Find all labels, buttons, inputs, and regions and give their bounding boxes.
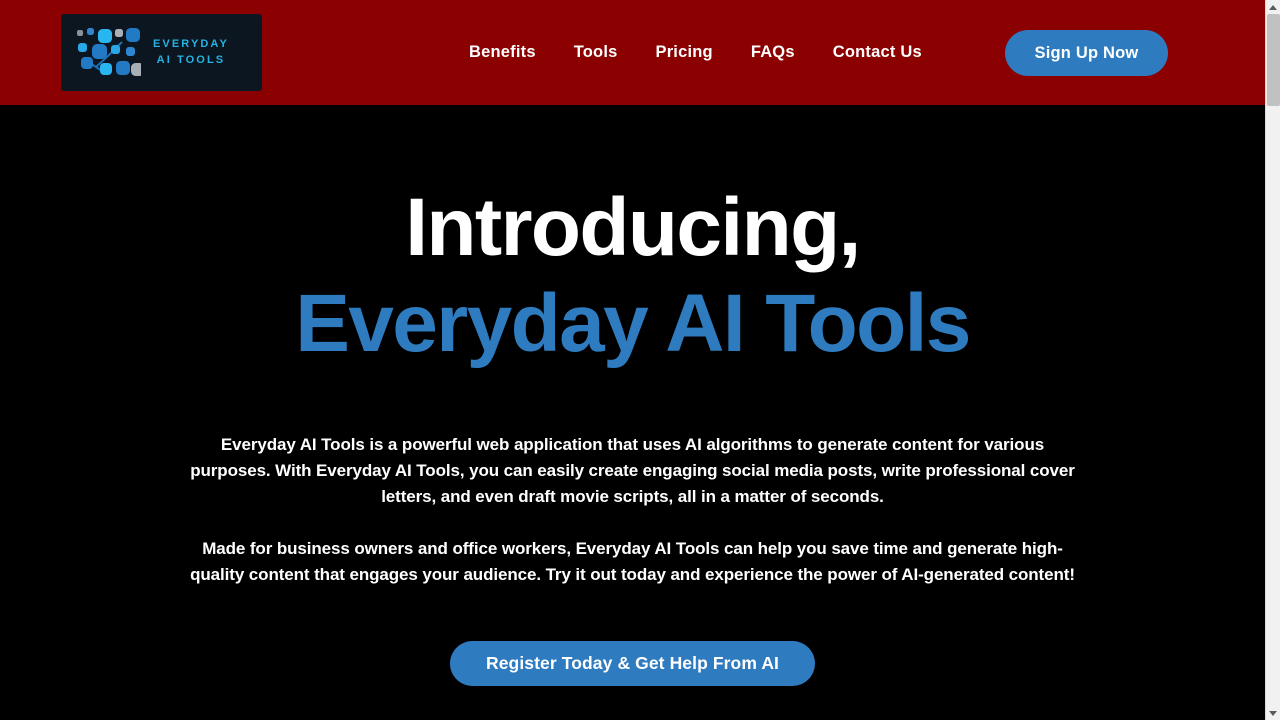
main-navigation: Benefits Tools Pricing FAQs Contact Us [469, 0, 922, 105]
hero-title-line-2: Everyday AI Tools [295, 278, 971, 370]
scrollbar-thumb[interactable] [1267, 14, 1280, 106]
hero-description: Everyday AI Tools is a powerful web appl… [184, 369, 1082, 587]
ai-network-nodes-icon [77, 27, 141, 76]
hero-title-line-1: Introducing, [405, 182, 861, 273]
logo-line-2: AI TOOLS [156, 53, 226, 66]
nav-link-faqs[interactable]: FAQs [751, 43, 795, 62]
logo-line-1: EVERYDAY [153, 37, 229, 50]
sign-up-button[interactable]: Sign Up Now [1005, 30, 1168, 76]
vertical-scrollbar[interactable] [1265, 0, 1280, 720]
page-content: EVERYDAY AI TOOLS Benefits Tools Pricing… [0, 0, 1265, 720]
hero-section: Introducing, Everyday AI Tools Everyday … [0, 105, 1265, 687]
nav-link-benefits[interactable]: Benefits [469, 43, 536, 62]
scroll-down-arrow-icon[interactable] [1266, 706, 1280, 720]
nav-link-tools[interactable]: Tools [574, 43, 618, 62]
nav-link-contact-us[interactable]: Contact Us [833, 43, 922, 62]
scroll-up-arrow-icon[interactable] [1266, 0, 1280, 14]
hero-paragraph-2: Made for business owners and office work… [190, 539, 1075, 584]
cta-container: Register Today & Get Help From AI [0, 641, 1265, 687]
site-header: EVERYDAY AI TOOLS Benefits Tools Pricing… [0, 0, 1265, 105]
hero-paragraph-1: Everyday AI Tools is a powerful web appl… [190, 435, 1075, 506]
nav-link-pricing[interactable]: Pricing [655, 43, 712, 62]
browser-viewport: EVERYDAY AI TOOLS Benefits Tools Pricing… [0, 0, 1280, 720]
logo-wordmark: EVERYDAY AI TOOLS [153, 37, 229, 69]
site-logo[interactable]: EVERYDAY AI TOOLS [61, 14, 262, 91]
register-today-button[interactable]: Register Today & Get Help From AI [449, 641, 816, 687]
